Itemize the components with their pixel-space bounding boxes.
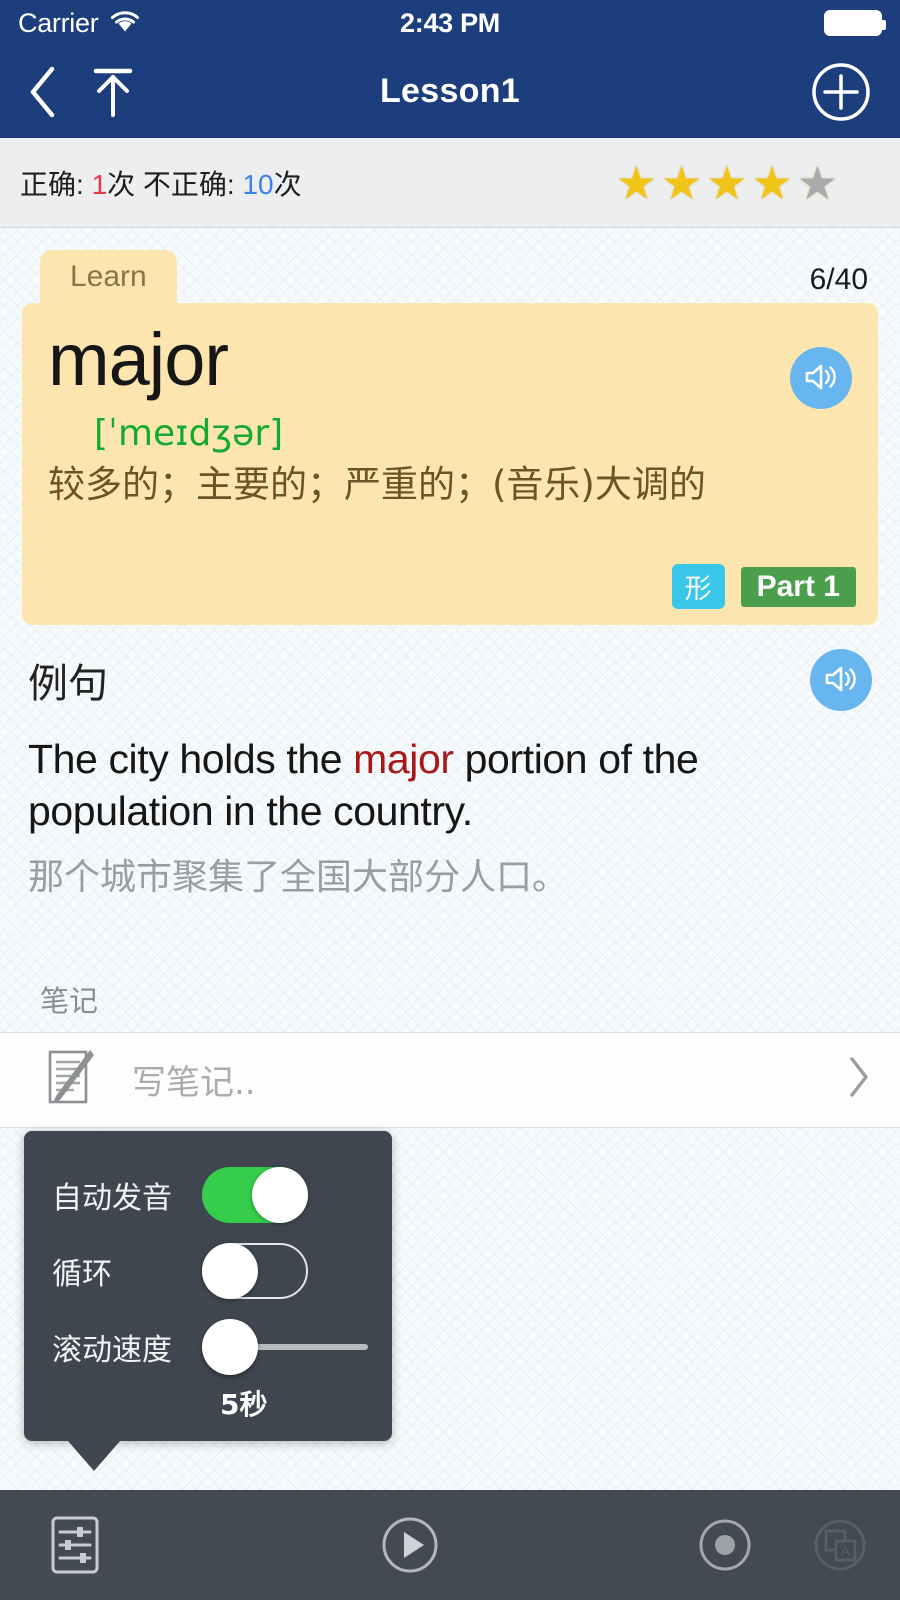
status-bar-left: Carrier	[18, 8, 400, 39]
settings-button[interactable]	[44, 1512, 106, 1578]
star-rating[interactable]: ★ ★ ★ ★ ★	[616, 160, 880, 206]
phonetic-text: [ˈmeɪdʒər]	[94, 412, 284, 454]
toolbar-settings-slot	[0, 1512, 150, 1578]
correct-label: 正确:	[20, 168, 92, 200]
add-word-button[interactable]	[808, 59, 874, 125]
auto-pronounce-toggle[interactable]	[202, 1167, 308, 1223]
wrong-label: 不正确:	[142, 168, 243, 200]
circle-plus-icon	[808, 62, 874, 128]
setting-label-auto-pronounce: 自动发音	[52, 1181, 172, 1216]
wrong-count: 10	[242, 168, 274, 200]
toggle-knob	[252, 1167, 308, 1223]
status-bar: Carrier 2:43 PM	[0, 0, 900, 46]
learn-tab[interactable]: Learn	[40, 250, 177, 303]
word-card-section: Learn 6/40 major [ˈmeɪdʒər] 较多的；主要的；严重的；…	[0, 228, 900, 625]
setting-row-auto-pronounce: 自动发音	[24, 1157, 392, 1233]
word-counter: 6/40	[809, 263, 868, 296]
word-speaker-button[interactable]	[790, 347, 852, 409]
settings-popup: 自动发音 循环 滚动速度 5秒	[24, 1131, 392, 1471]
setting-row-scroll-speed: 滚动速度	[24, 1309, 392, 1385]
battery-full-icon	[824, 10, 887, 36]
sentence-highlight-word: major	[353, 736, 454, 782]
answer-stats: 正确: 1次 不正确: 10次	[20, 163, 616, 203]
wrong-unit: 次	[273, 168, 302, 200]
notes-row[interactable]: 写笔记..	[0, 1031, 900, 1128]
slider-knob[interactable]	[202, 1319, 258, 1375]
nav-left-group	[26, 63, 450, 121]
card-flip-button[interactable]: A	[809, 1514, 871, 1576]
toggle-knob	[202, 1243, 258, 1299]
record-button[interactable]	[694, 1514, 756, 1576]
note-input-placeholder[interactable]: 写笔记..	[96, 1055, 846, 1104]
correct-count: 1	[91, 168, 108, 200]
example-header: 例句	[28, 649, 872, 711]
sliders-settings-icon	[44, 1516, 106, 1581]
back-button[interactable]	[26, 64, 60, 120]
chevron-left-icon	[26, 66, 60, 123]
toolbar-flip-slot: A	[780, 1514, 900, 1576]
loop-toggle[interactable]	[202, 1243, 308, 1299]
status-bar-clock: 2:43 PM	[400, 7, 500, 38]
scroll-speed-slider[interactable]	[202, 1319, 368, 1375]
part-badge: Part 1	[740, 566, 856, 607]
word-text: major	[48, 318, 229, 401]
navigation-bar: Lesson1	[0, 46, 900, 138]
speaker-icon	[823, 663, 859, 698]
sentence-part-before: The city holds the	[28, 736, 354, 782]
star-icon[interactable]: ★	[706, 160, 747, 206]
part-of-speech-badge: 形	[671, 564, 725, 609]
correct-unit: 次	[107, 168, 143, 200]
nav-right-group	[450, 59, 874, 125]
arrow-to-top-icon	[86, 68, 140, 124]
play-button[interactable]	[377, 1512, 443, 1578]
example-sentence: The city holds the major portion of the …	[28, 733, 872, 838]
setting-label-loop: 循环	[52, 1257, 112, 1292]
scroll-to-top-button[interactable]	[86, 63, 140, 121]
chevron-right-icon	[846, 1054, 872, 1105]
example-translation: 那个城市聚集了全国大部分人口。	[28, 856, 569, 898]
wifi-icon	[108, 8, 142, 39]
setting-row-loop: 循环	[24, 1233, 392, 1309]
card-flip-translate-icon: A	[809, 1519, 871, 1579]
example-label: 例句	[28, 661, 108, 707]
record-circle-icon	[694, 1519, 756, 1579]
main-content: Learn 6/40 major [ˈmeɪdʒər] 较多的；主要的；严重的；…	[0, 228, 900, 1128]
star-icon[interactable]: ★	[616, 160, 657, 206]
stats-bar: 正确: 1次 不正确: 10次 ★ ★ ★ ★ ★	[0, 138, 900, 228]
definition-text: 较多的；主要的；严重的；(音乐)大调的	[48, 462, 706, 506]
word-tags: 形 Part 1	[671, 564, 856, 609]
setting-label-scroll-speed: 滚动速度	[52, 1333, 172, 1368]
example-speaker-button[interactable]	[810, 649, 872, 711]
example-section: 例句 The city holds the major portion of t…	[0, 625, 900, 900]
note-pencil-icon	[40, 1044, 96, 1115]
bottom-toolbar: A	[0, 1490, 900, 1600]
play-icon	[377, 1517, 443, 1581]
star-icon[interactable]: ★	[752, 160, 793, 206]
star-icon[interactable]: ★	[661, 160, 702, 206]
svg-text:A: A	[841, 1544, 850, 1559]
status-bar-right	[500, 10, 887, 36]
word-card: major [ˈmeɪdʒər] 较多的；主要的；严重的；(音乐)大调的 形 P…	[22, 303, 878, 625]
scroll-speed-value: 5秒	[220, 1388, 268, 1421]
speaker-icon	[803, 361, 839, 396]
toolbar-play-slot	[350, 1512, 470, 1578]
carrier-label: Carrier	[18, 7, 99, 38]
star-icon-empty[interactable]: ★	[797, 160, 838, 206]
card-tab-row: Learn 6/40	[22, 250, 878, 303]
notes-section-label: 笔记	[40, 983, 99, 1018]
toolbar-record-slot	[670, 1514, 780, 1576]
